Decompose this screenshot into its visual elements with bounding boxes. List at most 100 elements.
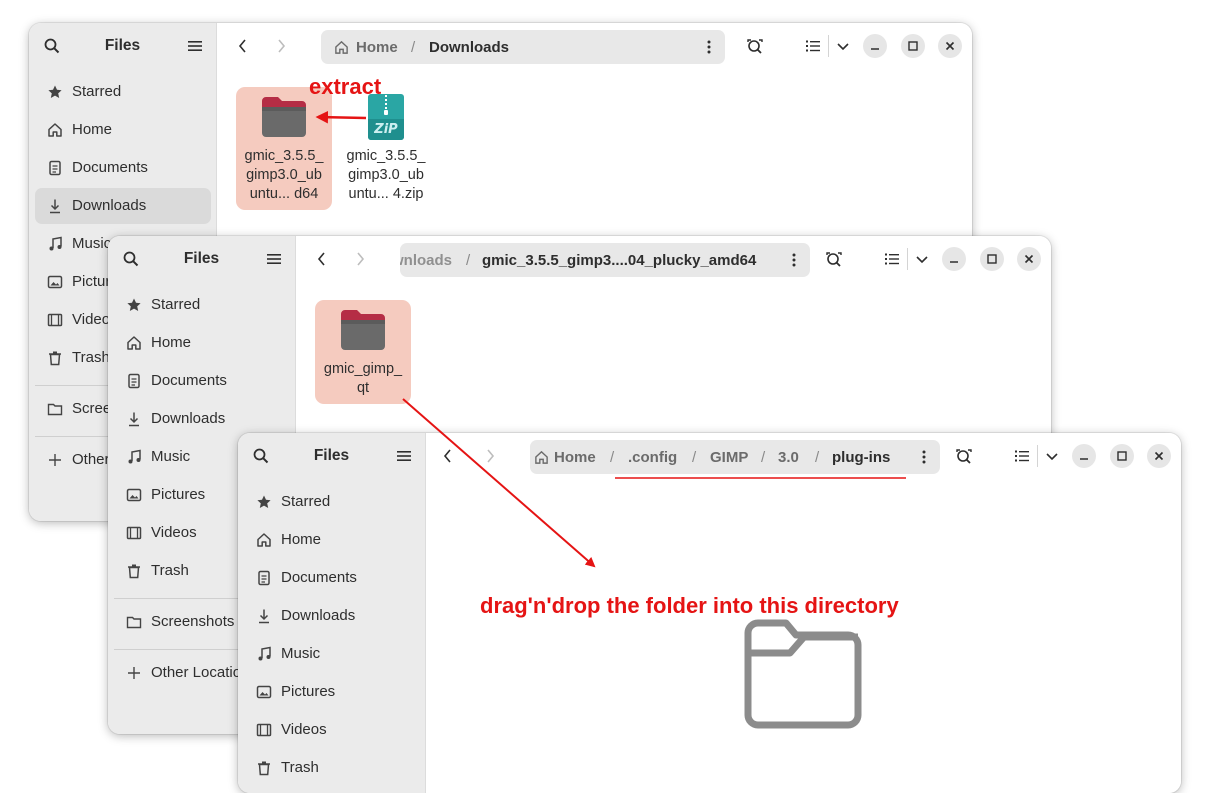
hamburger-menu-icon[interactable] [188,40,202,52]
back-icon[interactable] [310,247,334,271]
sidebar-item-label: Pictures [151,486,206,503]
file-name-line: untu... d64 [249,186,319,202]
path-segment-current-folder[interactable]: gmic_3.5.5_gimp3....04_plucky_amd64 [482,252,756,269]
sidebar-item-pictures[interactable]: Pictures [244,674,420,710]
hamburger-menu-icon[interactable] [397,450,411,462]
toolbar-divider [907,248,908,270]
sidebar-item-trash[interactable]: Trash [244,750,420,786]
sidebar-item-label: Starred [151,296,201,313]
path-segment-version[interactable]: 3.0 [778,449,799,466]
minimize-button[interactable] [863,34,887,58]
more-options-icon[interactable] [922,450,926,464]
maximize-button[interactable] [1110,444,1134,468]
search-icon[interactable] [822,247,846,271]
path-segment-config[interactable]: .config [628,449,677,466]
folder-icon [47,401,63,417]
extract-annotation-label: extract [309,74,382,99]
list-view-icon[interactable] [1010,444,1034,468]
sidebar: Files Starred Home Documents Downloads M… [238,433,426,793]
chevron-down-icon[interactable] [910,247,934,271]
sidebar-item-downloads[interactable]: Downloads [35,188,211,224]
close-icon [945,41,955,51]
sidebar-item-home[interactable]: Home [35,112,211,148]
path-bar[interactable]: Home / Downloads [321,30,725,64]
path-segment-gimp[interactable]: GIMP [710,449,748,466]
star-icon [47,84,63,100]
picture-icon [256,684,272,700]
path-segment-home[interactable]: Home [554,449,596,466]
sidebar-item-downloads[interactable]: Downloads [114,401,290,437]
minimize-button[interactable] [942,247,966,271]
minimize-button[interactable] [1072,444,1096,468]
trash-icon [256,760,272,776]
sidebar-item-music[interactable]: Music [244,636,420,672]
trash-icon [47,350,63,366]
search-icon[interactable] [952,444,976,468]
close-button[interactable] [1147,444,1171,468]
video-icon [126,525,142,541]
close-button[interactable] [1017,247,1041,271]
plus-icon [126,665,142,681]
zip-archive-icon: ZiP [368,94,404,140]
music-icon [126,449,142,465]
forward-icon[interactable] [478,444,502,468]
video-icon [47,312,63,328]
file-item-gmic-gimp-qt-folder[interactable]: gmic_gimp_ qt [315,300,411,404]
maximize-button[interactable] [980,247,1004,271]
path-bar[interactable]: wnloads / gmic_3.5.5_gimp3....04_plucky_… [400,243,810,277]
picture-icon [47,274,63,290]
search-icon[interactable] [743,34,767,58]
more-options-icon[interactable] [792,253,796,267]
sidebar-item-starred[interactable]: Starred [244,484,420,520]
path-separator: / [761,449,766,466]
hamburger-menu-icon[interactable] [267,253,281,265]
empty-folder-icon [744,619,862,729]
maximize-button[interactable] [901,34,925,58]
list-view-icon[interactable] [880,247,904,271]
sidebar-item-label: Starred [281,493,331,510]
sidebar-item-starred[interactable]: Starred [114,287,290,323]
path-segment-downloads[interactable]: wnloads [400,252,452,269]
sidebar-item-label: Pictures [281,683,336,700]
path-separator: / [692,449,697,466]
list-view-icon[interactable] [801,34,825,58]
path-segment-plug-ins[interactable]: plug-ins [832,449,890,466]
home-icon [126,335,142,351]
more-options-icon[interactable] [707,40,711,54]
forward-icon[interactable] [269,34,293,58]
back-icon[interactable] [231,34,255,58]
sidebar-item-home[interactable]: Home [244,522,420,558]
sidebar-item-label: Trash [72,349,110,366]
header-bar: wnloads / gmic_3.5.5_gimp3....04_plucky_… [296,236,1051,282]
file-item-zip-archive[interactable]: ZiP gmic_3.5.5_ gimp3.0_ub untu... 4.zip [338,87,434,210]
sidebar-item-documents[interactable]: Documents [35,150,211,186]
file-item-extracted-folder[interactable]: gmic_3.5.5_ gimp3.0_ub untu... d64 [236,87,332,210]
chevron-down-icon[interactable] [831,34,855,58]
plus-icon [47,452,63,468]
maximize-icon [1117,451,1127,461]
file-name-line: gmic_gimp_ [323,361,403,377]
sidebar-item-videos[interactable]: Videos [244,712,420,748]
close-button[interactable] [938,34,962,58]
path-segment-downloads[interactable]: Downloads [429,39,509,56]
sidebar-item-label: Music [72,235,112,252]
back-icon[interactable] [436,444,460,468]
sidebar-item-label: Trash [151,562,189,579]
path-segment-home[interactable]: Home [356,39,398,56]
home-icon [47,122,63,138]
sidebar-item-starred[interactable]: Starred [35,74,211,110]
music-icon [47,236,63,252]
download-icon [126,411,142,427]
sidebar-header: Files [29,23,216,69]
chevron-down-icon[interactable] [1040,444,1064,468]
sidebar-item-home[interactable]: Home [114,325,290,361]
sidebar-item-documents[interactable]: Documents [244,560,420,596]
picture-icon [126,487,142,503]
path-bar[interactable]: Home / .config / GIMP / 3.0 / plug-ins [530,440,940,474]
sidebar-item-documents[interactable]: Documents [114,363,290,399]
sidebar-item-label: Music [151,448,191,465]
sidebar-item-downloads[interactable]: Downloads [244,598,420,634]
sidebar-item-label: Home [72,121,113,138]
forward-icon[interactable] [348,247,372,271]
sidebar-item-label: Videos [281,721,327,738]
